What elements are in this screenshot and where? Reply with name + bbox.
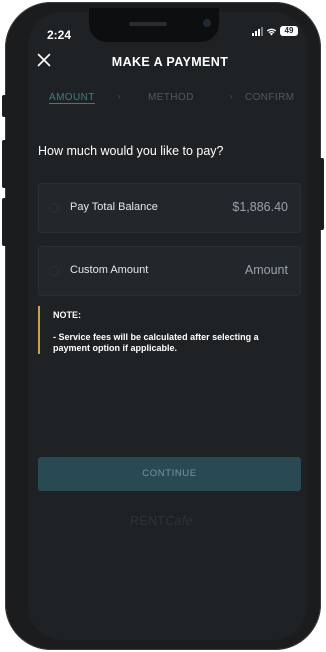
battery-icon: 49	[280, 26, 298, 36]
option-label: Custom Amount	[70, 264, 149, 276]
radio-icon	[49, 203, 59, 213]
mute-switch	[2, 95, 7, 117]
brand-rent: RENT	[130, 514, 166, 528]
volume-up-button	[2, 140, 7, 188]
speaker-grille	[129, 22, 167, 26]
front-camera	[203, 19, 211, 27]
wifi-icon	[266, 28, 277, 36]
step-confirm[interactable]: CONFIRM	[245, 92, 294, 103]
close-icon[interactable]	[37, 53, 51, 67]
status-icons: 49	[252, 26, 298, 36]
step-method[interactable]: METHOD	[148, 92, 194, 103]
power-button	[319, 158, 324, 230]
brand-cafe: Café	[165, 514, 193, 528]
option-value: $1,886.40	[232, 200, 288, 214]
custom-amount-input[interactable]: Amount	[245, 263, 288, 277]
step-separator-1: ›	[117, 91, 121, 103]
active-step-underline	[49, 103, 95, 104]
brand-logo: RENTCafé	[130, 514, 193, 528]
step-separator-2: ›	[229, 91, 233, 103]
notch	[89, 8, 219, 42]
status-time: 2:24	[47, 28, 72, 42]
note-title: NOTE:	[53, 310, 81, 320]
continue-button[interactable]: CONTINUE	[38, 457, 301, 491]
note-text: - Service fees will be calculated after …	[53, 332, 259, 353]
option-pay-total-balance[interactable]: Pay Total Balance $1,886.40	[38, 183, 301, 233]
step-amount[interactable]: AMOUNT	[49, 92, 95, 103]
signal-icon	[252, 26, 263, 36]
payment-question: How much would you like to pay?	[38, 144, 224, 158]
option-label: Pay Total Balance	[70, 201, 158, 213]
note-box: NOTE: - Service fees will be calculated …	[38, 306, 290, 354]
radio-icon	[49, 266, 59, 276]
volume-down-button	[2, 198, 7, 246]
option-custom-amount[interactable]: Custom Amount Amount	[38, 246, 301, 296]
page-title: MAKE A PAYMENT	[111, 55, 229, 69]
